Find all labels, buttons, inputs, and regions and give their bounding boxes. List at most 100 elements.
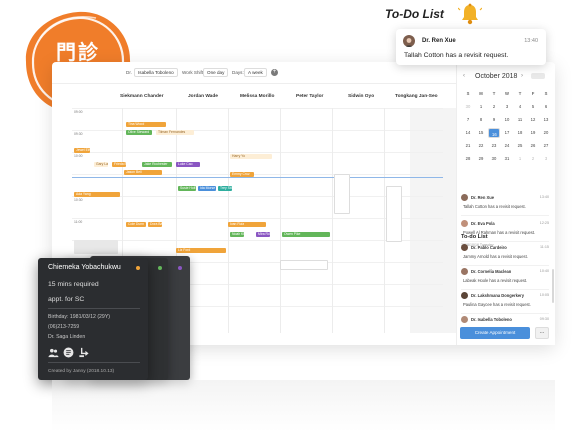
- column-header[interactable]: Jordan Wade: [188, 94, 218, 99]
- todo-item[interactable]: Dr. Lakshmana Dongerkery 10:05 Paulina G…: [461, 290, 549, 314]
- appointment-block[interactable]: Emmy Cruz: [230, 172, 254, 177]
- appointment-block[interactable]: Ida Morse: [198, 186, 216, 191]
- appointment-block[interactable]: Gary Larson: [94, 162, 108, 167]
- appointment-block[interactable]: Tina Wood: [126, 122, 166, 127]
- notification-card[interactable]: Dr. Ren Xue 13:40 Tallah Cotton has a re…: [396, 29, 546, 65]
- avatar: [461, 292, 468, 299]
- appointment-block[interactable]: Trey Stone: [218, 186, 232, 191]
- today-button[interactable]: [531, 73, 545, 79]
- add-icon[interactable]: +: [271, 69, 278, 76]
- appointment-block[interactable]: Noah Kent: [230, 232, 244, 237]
- column-header[interactable]: Melissa Morillo: [240, 94, 274, 99]
- calendar-day[interactable]: 2: [527, 154, 539, 164]
- calendar-day[interactable]: 9: [488, 115, 500, 125]
- current-time-indicator: [72, 177, 443, 178]
- weekday-label: S: [466, 91, 470, 96]
- calendar-day[interactable]: 10: [501, 115, 513, 125]
- appointment-for: appt. for SC: [48, 296, 85, 303]
- calendar-day[interactable]: 18: [514, 128, 526, 138]
- calendar-day[interactable]: 3: [501, 102, 513, 112]
- calendar-day[interactable]: 27: [540, 141, 552, 151]
- calendar-day[interactable]: 29: [475, 154, 487, 164]
- calendar-day[interactable]: 7: [462, 115, 474, 125]
- todo-item[interactable]: Dr. Isabella Toboleno 09:30: [461, 314, 549, 324]
- divider: [48, 362, 140, 363]
- calendar-day[interactable]: 20: [540, 128, 552, 138]
- appointment-detail-card[interactable]: Chiemeka Yobachukwu 15 mins required app…: [38, 258, 148, 380]
- todo-message: Paulina Gaycee has a revisit request.: [463, 302, 531, 307]
- transfer-icon[interactable]: [78, 347, 89, 358]
- work-shift-select[interactable]: One day: [203, 68, 229, 77]
- appointment-block[interactable]: Liz Ford: [176, 248, 226, 253]
- column-header[interactable]: Sidwin Oyo: [348, 94, 374, 99]
- calendar-day[interactable]: 15: [475, 128, 487, 138]
- column-header[interactable]: Tongkang Jan-Seo: [395, 94, 438, 99]
- calendar-day[interactable]: 1: [475, 102, 487, 112]
- more-options-button[interactable]: ...: [535, 327, 549, 339]
- todo-item[interactable]: Dr. Cornelia Maclean 10:40 Labeak Hoole …: [461, 266, 549, 290]
- calendar-day[interactable]: 23: [488, 141, 500, 151]
- appointment-block[interactable]: Frieda Black: [112, 162, 126, 167]
- calendar-day[interactable]: 11: [514, 115, 526, 125]
- todo-message: Jammy Arnold has a revisit request.: [463, 254, 528, 259]
- people-icon[interactable]: [48, 347, 59, 358]
- calendar-day[interactable]: 17: [501, 128, 513, 138]
- checklist-icon[interactable]: [63, 347, 74, 358]
- next-month-icon[interactable]: ›: [521, 73, 523, 79]
- appointment-block-outline[interactable]: [334, 174, 350, 214]
- days-select[interactable]: A week: [244, 68, 267, 77]
- calendar-day[interactable]: 26: [527, 141, 539, 151]
- calendar-day[interactable]: 4: [514, 102, 526, 112]
- calendar-day[interactable]: 12: [527, 115, 539, 125]
- calendar-day[interactable]: 8: [475, 115, 487, 125]
- calendar-day[interactable]: 13: [540, 115, 552, 125]
- appointment-block[interactable]: Ivan Ruiz: [228, 222, 266, 227]
- appointment-block[interactable]: Tilman Fernandes: [156, 130, 194, 135]
- appointment-block[interactable]: Owen Pike: [282, 232, 330, 237]
- prev-month-icon[interactable]: ‹: [463, 73, 465, 79]
- calendar-day[interactable]: 31: [501, 154, 513, 164]
- appointment-block[interactable]: Ada Yang: [74, 192, 120, 197]
- todo-item[interactable]: Dr. Eva Pola 12:25 Powell Al Rahman has …: [461, 218, 549, 242]
- appointment-block[interactable]: Mira Rose: [256, 232, 270, 237]
- column-header[interactable]: Peter Taylor: [296, 94, 323, 99]
- appointment-block[interactable]: Luke Cao: [176, 162, 200, 167]
- patient-phone: (06)213-7259: [48, 324, 80, 330]
- notification-message: Tallah Cotton has a revisit request.: [404, 52, 509, 59]
- calendar-day[interactable]: 2: [488, 102, 500, 112]
- appointment-block[interactable]: Jewel Elmore: [74, 148, 90, 153]
- calendar-day[interactable]: 28: [462, 154, 474, 164]
- avatar: [461, 316, 468, 323]
- appointment-block[interactable]: Olive Steward: [126, 130, 152, 135]
- calendar-day[interactable]: 5: [527, 102, 539, 112]
- calendar-day[interactable]: 19: [527, 128, 539, 138]
- appointment-block[interactable]: Dora Bailey: [148, 222, 162, 227]
- calendar-day[interactable]: 1: [514, 154, 526, 164]
- calendar-day[interactable]: 25: [514, 141, 526, 151]
- patient-birthday: Birthday: 1981/03/12 (29Y): [48, 314, 111, 320]
- calendar-day[interactable]: 30: [462, 102, 474, 112]
- appointment-block[interactable]: Cole Dunn: [126, 222, 146, 227]
- doctor-select[interactable]: Isabella Toboleno: [134, 68, 178, 77]
- appointment-block-outline[interactable]: [386, 186, 402, 242]
- calendar-day[interactable]: 30: [488, 154, 500, 164]
- calendar-day-selected[interactable]: 16: [488, 128, 500, 138]
- appointment-block-outline[interactable]: [280, 260, 328, 270]
- appointment-block[interactable]: Jason Bell: [124, 170, 162, 175]
- appointment-block[interactable]: Jake Rochester: [142, 162, 172, 167]
- appointment-block[interactable]: Harry Yo: [230, 154, 272, 159]
- todo-item[interactable]: Dr. Pablo Cardeiro 11:15 Jammy Arnold ha…: [461, 242, 549, 266]
- todo-item[interactable]: Dr. Ren Xue 13:40 Tallah Cotton has a re…: [461, 192, 549, 216]
- appointment-block[interactable]: Susie Holt: [178, 186, 196, 191]
- calendar-day[interactable]: 3: [540, 154, 552, 164]
- bell-icon[interactable]: [458, 2, 482, 26]
- calendar-day[interactable]: 21: [462, 141, 474, 151]
- weekday-label: W: [505, 91, 509, 96]
- calendar-day[interactable]: 14: [462, 128, 474, 138]
- calendar-day[interactable]: 22: [475, 141, 487, 151]
- calendar-day[interactable]: 24: [501, 141, 513, 151]
- calendar-day[interactable]: 6: [540, 102, 552, 112]
- column-header[interactable]: Siekmann Chander: [120, 94, 163, 99]
- create-appointment-button[interactable]: Create Appointment: [460, 327, 530, 339]
- todo-scrollbar[interactable]: [552, 269, 554, 303]
